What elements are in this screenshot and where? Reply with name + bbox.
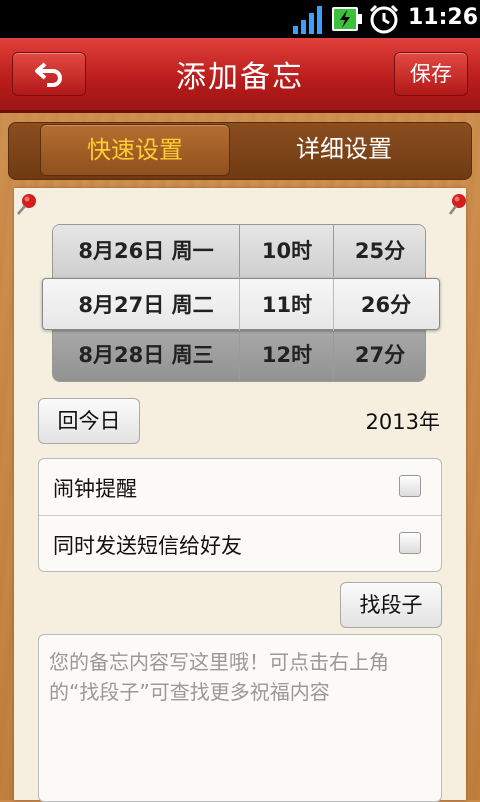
setting-label: 同时发送短信给好友 [53,534,242,558]
picker-date: 8月26日 周一 [78,239,214,263]
setting-send-sms[interactable]: 同时发送短信给好友 [39,515,441,572]
pushpin-icon [17,194,36,215]
picker-minute: 27分 [333,329,425,381]
picker-row[interactable]: 8月28日 周三 12时 27分 [53,329,425,381]
save-button[interactable]: 保存 [394,52,468,96]
tab-detail-settings[interactable]: 详细设置 [250,124,438,174]
selected-date: 8月27日 周二 [78,293,214,317]
setting-label: 闹钟提醒 [53,477,137,501]
picker-date: 8月28日 周三 [78,343,214,367]
selected-minute: 26分 [333,279,438,331]
memo-input[interactable]: 您的备忘内容写这里哦！可点击右上角的“找段子”可查找更多祝福内容 [38,634,442,802]
status-time: 11:26 [408,5,479,30]
pushpin-icon [449,194,466,215]
send-sms-checkbox[interactable] [399,532,421,554]
title-bar: 添加备忘 保存 [0,38,480,113]
alarm-reminder-checkbox[interactable] [399,475,421,497]
find-jokes-button[interactable]: 找段子 [340,582,442,628]
alarm-clock-icon [369,4,399,34]
picker-row[interactable]: 8月26日 周一 10时 25分 [53,225,425,277]
tab-quick-settings[interactable]: 快速设置 [40,124,230,176]
setting-alarm-reminder[interactable]: 闹钟提醒 [39,459,441,515]
picker-hour: 12时 [239,329,334,381]
year-label: 2013年 [365,410,440,434]
back-to-today-button[interactable]: 回今日 [38,398,140,444]
picker-minute: 25分 [333,225,425,277]
battery-charging-icon [332,7,362,31]
memo-placeholder: 您的备忘内容写这里哦！可点击右上角的“找段子”可查找更多祝福内容 [49,650,389,704]
picker-hour: 10时 [239,225,334,277]
settings-list: 闹钟提醒 同时发送短信给好友 [38,458,442,572]
signal-icon [293,6,322,34]
status-bar: 11:26 [0,0,480,38]
picker-selected-row[interactable]: 8月27日 周二 11时 26分 [42,278,440,331]
selected-hour: 11时 [239,279,334,331]
